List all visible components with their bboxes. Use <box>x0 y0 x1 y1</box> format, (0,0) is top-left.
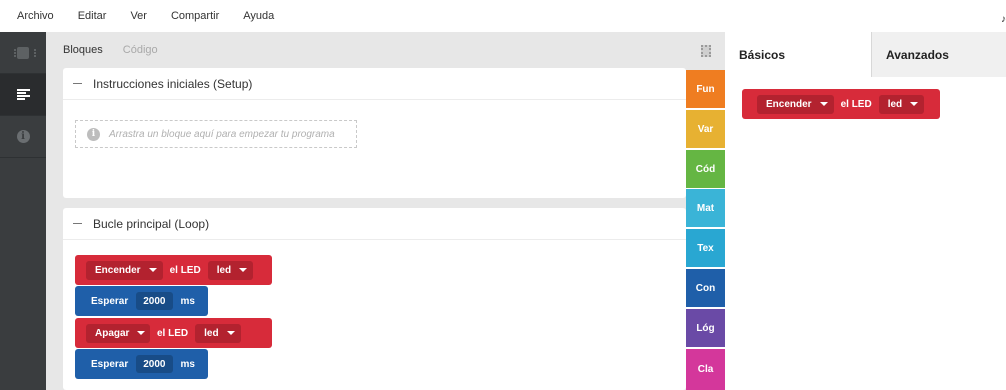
action-value: Encender <box>766 98 812 110</box>
category-code[interactable]: Cód <box>686 150 725 188</box>
loop-title: Bucle principal (Loop) <box>93 216 210 231</box>
category-control[interactable]: Con <box>686 269 725 307</box>
category-logic[interactable]: Lóg <box>686 309 725 347</box>
wait-block[interactable]: Esperar 2000 ms <box>75 349 208 379</box>
chevron-down-icon <box>137 331 146 335</box>
loop-section: Bucle principal (Loop) Encender el LED l… <box>63 208 686 390</box>
action-dropdown[interactable]: Encender <box>757 94 834 114</box>
blocks-workspace: Instrucciones iniciales (Setup) i Arrast… <box>46 68 686 390</box>
led-value: led <box>204 327 219 339</box>
led-block[interactable]: Apagar el LED led <box>75 318 272 348</box>
category-classes[interactable]: Cla <box>686 349 725 390</box>
block-label: Esperar <box>91 358 129 370</box>
led-value: led <box>887 98 903 110</box>
block-label: el LED <box>169 264 201 276</box>
setup-section: Instrucciones iniciales (Setup) i Arrast… <box>63 68 686 198</box>
led-dropdown[interactable]: led <box>195 323 241 343</box>
action-dropdown[interactable]: Apagar <box>86 323 150 343</box>
setup-title: Instrucciones iniciales (Setup) <box>93 76 253 91</box>
led-value: led <box>216 264 232 276</box>
chip-icon <box>14 46 36 59</box>
chevron-down-icon <box>910 102 919 106</box>
block-label: el LED <box>840 98 872 110</box>
info-icon: i <box>87 127 100 141</box>
sidebar-software-button[interactable] <box>0 74 46 116</box>
action-dropdown[interactable]: Encender <box>86 260 163 280</box>
collapse-icon[interactable] <box>73 83 82 84</box>
menu-ayuda[interactable]: Ayuda <box>243 10 274 22</box>
wait-unit: ms <box>180 295 195 307</box>
block-label: Esperar <box>91 295 129 307</box>
category-math[interactable]: Mat <box>686 189 725 227</box>
wait-value-field[interactable]: 2000 <box>136 355 173 373</box>
setup-header[interactable]: Instrucciones iniciales (Setup) <box>63 68 686 100</box>
action-value: Encender <box>95 264 141 276</box>
component-icon <box>700 45 711 57</box>
info-icon: i <box>16 130 30 143</box>
tab-codigo[interactable]: Código <box>123 44 158 56</box>
led-dropdown[interactable]: led <box>878 94 925 114</box>
menubar-edge-icon[interactable]: ♪ <box>1001 14 1006 25</box>
block-label: el LED <box>157 327 189 339</box>
bitbloq-app: Archivo Editar Ver Compartir Ayuda ♪ i B… <box>0 0 1006 390</box>
category-variables[interactable]: Var <box>686 110 725 148</box>
menu-ver[interactable]: Ver <box>130 10 147 22</box>
setup-drop-zone[interactable]: i Arrastra un bloque aquí para empezar t… <box>75 120 357 148</box>
chevron-down-icon <box>239 268 248 272</box>
menu-editar[interactable]: Editar <box>78 10 107 22</box>
menubar: Archivo Editar Ver Compartir Ayuda ♪ <box>0 0 1006 32</box>
led-dropdown[interactable]: led <box>207 260 254 280</box>
editor-tabbar: Bloques Código <box>46 32 686 68</box>
category-text[interactable]: Tex <box>686 229 725 267</box>
category-palette: Fun Var Cód Mat Tex Con Lóg Cla <box>686 32 725 390</box>
sidebar-hardware-button[interactable] <box>0 32 46 74</box>
block-palette: Encender el LED led <box>725 77 1006 390</box>
led-block[interactable]: Encender el LED led <box>75 255 272 285</box>
left-sidebar: i <box>0 32 46 390</box>
sidebar-info-button[interactable]: i <box>0 116 46 158</box>
category-functions[interactable]: Fun <box>686 70 725 108</box>
tab-avanzados[interactable]: Avanzados <box>872 32 1006 77</box>
loop-header[interactable]: Bucle principal (Loop) <box>63 208 686 240</box>
category-hardware-button[interactable] <box>686 32 725 70</box>
collapse-icon[interactable] <box>73 223 82 224</box>
action-value: Apagar <box>95 327 130 339</box>
palette-led-block[interactable]: Encender el LED led <box>742 89 940 119</box>
tab-basicos[interactable]: Básicos <box>725 32 872 77</box>
wait-unit: ms <box>180 358 195 370</box>
drop-zone-text: Arrastra un bloque aquí para empezar tu … <box>109 128 335 140</box>
wait-block[interactable]: Esperar 2000 ms <box>75 286 208 316</box>
blocks-list-icon <box>16 89 30 100</box>
chevron-down-icon <box>819 102 828 106</box>
menu-compartir[interactable]: Compartir <box>171 10 219 22</box>
menu-archivo[interactable]: Archivo <box>17 10 54 22</box>
tab-bloques[interactable]: Bloques <box>63 44 103 56</box>
chevron-down-icon <box>148 268 157 272</box>
chevron-down-icon <box>226 331 235 335</box>
palette-tabs: Básicos Avanzados <box>725 32 1006 77</box>
wait-value-field[interactable]: 2000 <box>136 292 173 310</box>
